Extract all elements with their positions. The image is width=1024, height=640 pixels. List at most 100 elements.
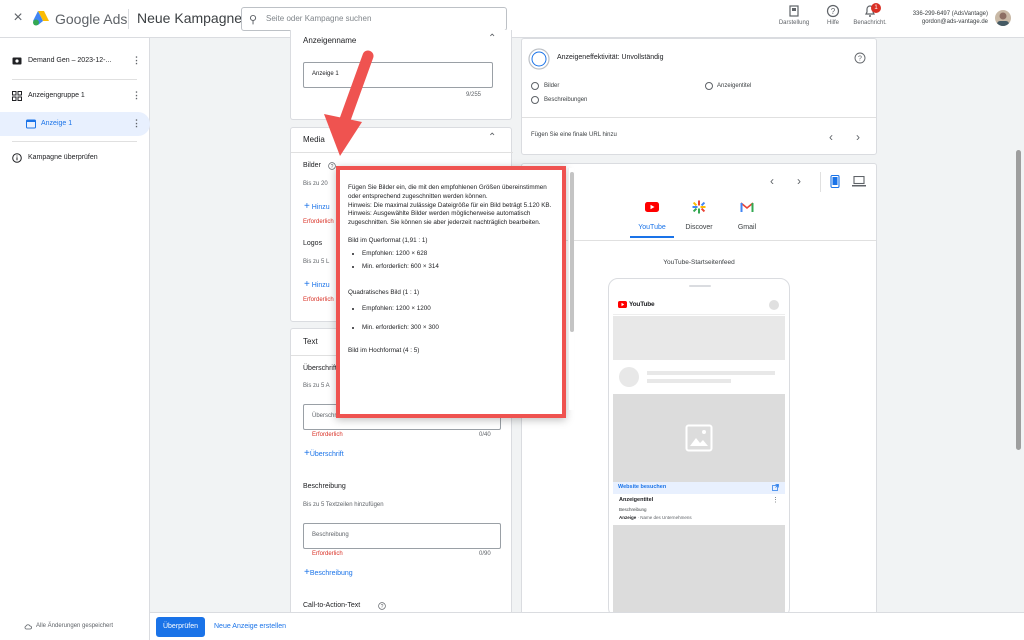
text-placeholder	[647, 379, 731, 383]
sidebar-divider	[12, 79, 137, 80]
visit-site-bar[interactable]: Website besuchen	[613, 482, 785, 494]
plus-icon: +	[304, 279, 310, 290]
help-button[interactable]: ? Hilfe	[818, 4, 848, 26]
scrollbar-thumb[interactable]	[570, 172, 574, 332]
cta-label: Call-to-Action-Text	[303, 602, 361, 609]
sidebar-item-adgroup[interactable]: Anzeigengruppe 1 ⋮	[0, 85, 150, 107]
ad-name-title: Anzeigenname	[303, 36, 357, 45]
spec-item: Min. erforderlich: 600 × 314	[362, 263, 554, 272]
new-ad-link[interactable]: Neue Anzeige erstellen	[214, 623, 286, 630]
tooltip-square-title: Quadratisches Bild (1 : 1)	[348, 289, 420, 297]
ad-badge: Anzeige	[619, 515, 637, 520]
appearance-label: Darstellung	[778, 20, 810, 26]
gmail-icon	[740, 202, 754, 212]
add-images-button[interactable]: + Hinzu	[304, 201, 330, 212]
more-vert-icon[interactable]: ⋮	[772, 496, 779, 504]
square-specs: Empfohlen: 1200 × 1200 Min. erforderlich…	[362, 305, 554, 333]
more-vert-icon[interactable]: ⋮	[132, 55, 141, 66]
images-required: Erforderlich	[303, 219, 334, 225]
notifications-button[interactable]: Benachricht. 1	[850, 3, 890, 26]
spec-item: Min. erforderlich: 300 × 300	[362, 324, 554, 333]
chevron-up-icon[interactable]: ⌃	[488, 33, 496, 44]
effectiveness-hint: Fügen Sie eine finale URL hinzu	[531, 132, 617, 138]
notifications-label: Benachricht.	[853, 20, 887, 26]
feed-placeholder	[613, 316, 785, 360]
more-vert-icon[interactable]: ⋮	[132, 118, 141, 129]
tab-gmail[interactable]: Gmail	[727, 224, 767, 231]
annotation-arrow	[324, 50, 374, 156]
add-description-button[interactable]: +Beschreibung	[304, 567, 353, 578]
description-field[interactable]: Beschreibung	[303, 523, 501, 549]
avatar[interactable]	[995, 10, 1011, 26]
channel-avatar-placeholder	[619, 367, 639, 387]
spec-item: Empfohlen: 1200 × 628	[362, 250, 554, 259]
headline-counter: 0/40	[479, 432, 491, 438]
add-logos-button[interactable]: + Hinzu	[304, 279, 330, 290]
google-ads-logo	[33, 11, 49, 26]
chevron-up-icon[interactable]: ⌃	[488, 132, 496, 143]
feed-label: YouTube-Startseitenfeed	[663, 259, 735, 266]
description-required: Erforderlich	[312, 551, 343, 557]
review-button[interactable]: Überprüfen	[156, 617, 205, 637]
card-divider	[522, 117, 876, 118]
tooltip-hint-size: Hinweis: Die maximal zulässige Dateigröß…	[348, 201, 552, 209]
page-scrollbar[interactable]	[1016, 150, 1021, 450]
mobile-device-icon[interactable]	[830, 175, 840, 188]
logos-required: Erforderlich	[303, 297, 334, 303]
active-tab-indicator	[630, 236, 674, 238]
tooltip-scrollbar[interactable]	[568, 168, 574, 410]
tooltip-content: Fügen Sie Bilder ein, die mit den empfoh…	[348, 184, 554, 356]
help-icon[interactable]: ?	[854, 52, 866, 64]
bottom-action-bar: Überprüfen Neue Anzeige erstellen	[150, 612, 1024, 640]
tooltip-intro: Fügen Sie Bilder ein, die mit den empfoh…	[348, 184, 547, 200]
appearance-button[interactable]: Darstellung	[776, 4, 812, 26]
tab-discover[interactable]: Discover	[679, 224, 719, 231]
chevron-right-icon[interactable]: ›	[797, 174, 801, 188]
help-icon[interactable]: ?	[328, 162, 336, 170]
info-icon	[12, 153, 22, 163]
svg-text:?: ?	[381, 604, 384, 610]
more-vert-icon[interactable]: ⋮	[132, 90, 141, 101]
help-icon[interactable]: ?	[378, 602, 386, 610]
logos-hint: Bis zu 5 L	[303, 259, 330, 265]
sidebar-item-ad[interactable]: Anzeige 1 ⋮	[0, 112, 150, 136]
account-info[interactable]: 336-299-6497 (AdsVantage) gordon@ads-van…	[900, 10, 988, 26]
brand-name: Google Ads	[55, 11, 128, 27]
youtube-icon	[645, 202, 659, 212]
effectiveness-gauge-icon	[528, 48, 550, 70]
checklist-circle	[531, 82, 539, 90]
images-hint: Bis zu 20	[303, 181, 328, 187]
tabs-divider	[522, 240, 876, 241]
help-icon: ?	[826, 4, 840, 18]
checklist-item: Beschreibungen	[544, 97, 588, 103]
search-input[interactable]: ⚲ Seite oder Kampagne suchen	[241, 7, 507, 31]
chevron-left-icon[interactable]: ‹	[770, 174, 774, 188]
notification-badge: 1	[871, 3, 881, 13]
sidebar-item-review[interactable]: Kampagne überprüfen	[0, 147, 150, 169]
spec-item: Empfohlen: 1200 × 1200	[362, 305, 554, 314]
ad-business: Name des Unternehmens	[640, 515, 692, 520]
header-divider	[128, 9, 129, 29]
chevron-right-icon[interactable]: ›	[856, 130, 860, 144]
ad-image-placeholder	[613, 394, 785, 482]
add-description-label: Beschreibung	[309, 570, 353, 577]
tab-youtube[interactable]: YouTube	[632, 224, 672, 231]
dot-separator: ·	[637, 515, 640, 520]
add-logos-label: Hinzu	[311, 282, 330, 289]
help-label: Hilfe	[826, 20, 839, 26]
chevron-left-icon[interactable]: ‹	[829, 130, 833, 144]
headline-hint: Bis zu 5 A	[303, 383, 330, 389]
adgroup-icon	[12, 91, 22, 101]
text-placeholder	[647, 371, 775, 375]
sidebar: Demand Gen – 2023-12-... ⋮ Anzeigengrupp…	[0, 38, 150, 640]
add-headline-button[interactable]: +Überschrift	[304, 448, 344, 459]
sidebar-item-campaign[interactable]: Demand Gen – 2023-12-... ⋮	[0, 50, 150, 72]
checklist-item: Anzeigentitel	[717, 83, 752, 89]
ad-name-counter: 9/255	[466, 92, 482, 98]
tooltip-landscape-title: Bild im Querformat (1,91 : 1)	[348, 236, 428, 244]
close-icon[interactable]: ×	[10, 10, 26, 26]
ad-icon	[26, 119, 36, 129]
desktop-device-icon[interactable]	[852, 176, 866, 187]
